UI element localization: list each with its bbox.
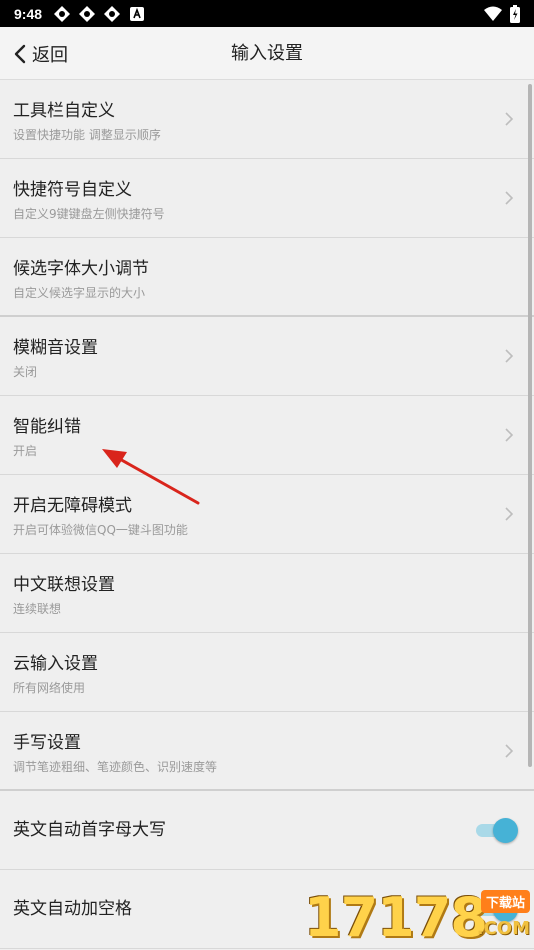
setting-subtitle: 连续联想 (13, 602, 62, 616)
setting-fuzzy-pinyin[interactable]: 模糊音设置 关闭 (0, 317, 534, 396)
setting-title: 中文联想设置 (13, 575, 115, 595)
setting-english-auto-capitalize[interactable]: 英文自动首字母大写 (0, 791, 534, 870)
setting-handwriting[interactable]: 手写设置 调节笔迹粗细、笔迹颜色、识别速度等 (0, 712, 534, 791)
setting-title: 快捷符号自定义 (13, 180, 132, 200)
chevron-left-icon (14, 44, 26, 63)
setting-title: 云输入设置 (13, 654, 98, 674)
chevron-right-icon (505, 507, 514, 521)
setting-subtitle: 所有网络使用 (13, 681, 86, 695)
battery-icon (510, 4, 520, 23)
setting-subtitle: 设置快捷功能 调整显示顺序 (13, 128, 161, 142)
setting-subtitle: 开启 (13, 444, 38, 458)
setting-shortcut-symbols[interactable]: 快捷符号自定义 自定义9键键盘左侧快捷符号 (0, 159, 534, 238)
back-label: 返回 (32, 44, 68, 66)
status-time: 9:48 (14, 5, 43, 22)
setting-title: 候选字体大小调节 (13, 259, 149, 279)
setting-subtitle: 自定义9键键盘左侧快捷符号 (13, 207, 165, 221)
scrollbar[interactable] (528, 84, 532, 767)
setting-title: 工具栏自定义 (13, 101, 115, 121)
a-icon (130, 6, 145, 21)
setting-subtitle: 关闭 (13, 365, 38, 379)
setting-title: 模糊音设置 (13, 338, 98, 358)
setting-title: 手写设置 (13, 733, 81, 753)
setting-subtitle: 开启可体验微信QQ一键斗图功能 (13, 523, 188, 537)
chevron-right-icon (505, 428, 514, 442)
setting-smart-correction[interactable]: 智能纠错 开启 (0, 396, 534, 475)
setting-cloud-input[interactable]: 云输入设置 所有网络使用 (0, 633, 534, 712)
setting-accessibility-mode[interactable]: 开启无障碍模式 开启可体验微信QQ一键斗图功能 (0, 475, 534, 554)
chevron-right-icon (505, 191, 514, 205)
gear-icon (104, 5, 121, 22)
watermark-domain: .COM (476, 918, 530, 939)
chevron-right-icon (505, 112, 514, 126)
gear-icon (54, 5, 71, 22)
toggle-knob (493, 818, 518, 843)
setting-title: 英文自动加空格 (13, 899, 132, 919)
watermark-digits: 17178 (304, 886, 488, 949)
setting-candidate-font-size[interactable]: 候选字体大小调节 自定义候选字显示的大小 (0, 238, 534, 317)
setting-subtitle: 自定义候选字显示的大小 (13, 286, 146, 300)
back-button[interactable]: 返回 (14, 27, 68, 80)
setting-title: 智能纠错 (13, 417, 81, 437)
setting-subtitle: 调节笔迹粗细、笔迹颜色、识别速度等 (13, 760, 218, 774)
wifi-icon (484, 6, 502, 21)
gear-icon (79, 5, 96, 22)
status-bar: 9:48 (0, 0, 534, 27)
chevron-right-icon (505, 349, 514, 363)
app-header: 返回 输入设置 (0, 27, 534, 80)
page-title: 输入设置 (231, 43, 303, 64)
watermark-tag: 下载站 (480, 890, 530, 913)
auto-capitalize-toggle[interactable] (474, 818, 518, 843)
watermark-logo: 17178 下载站 .COM (302, 886, 534, 950)
setting-title: 开启无障碍模式 (13, 496, 132, 516)
setting-toolbar-customize[interactable]: 工具栏自定义 设置快捷功能 调整显示顺序 (0, 80, 534, 159)
chevron-right-icon (505, 744, 514, 758)
setting-title: 英文自动首字母大写 (13, 820, 166, 840)
setting-chinese-association[interactable]: 中文联想设置 连续联想 (0, 554, 534, 633)
settings-list: 工具栏自定义 设置快捷功能 调整显示顺序 快捷符号自定义 自定义9键键盘左侧快捷… (0, 80, 534, 949)
